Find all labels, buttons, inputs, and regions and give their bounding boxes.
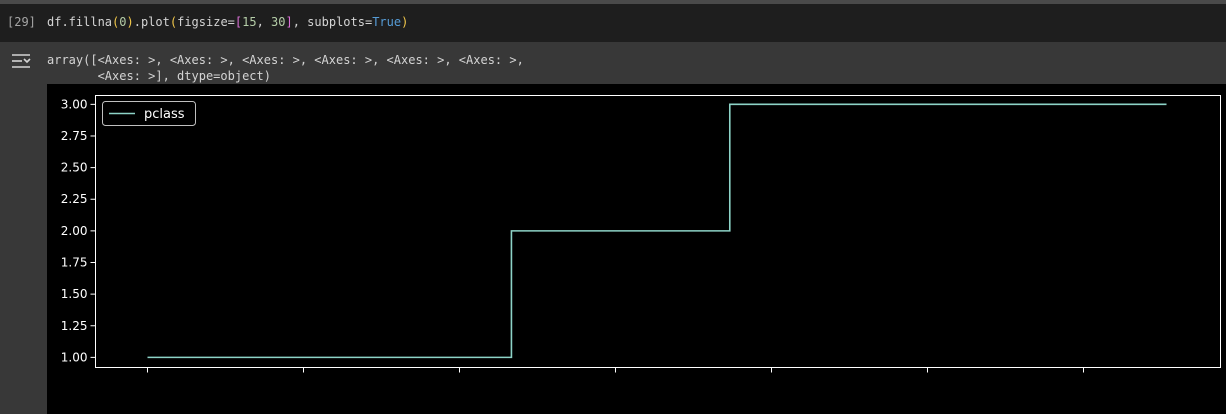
- code-cell[interactable]: [29] df.fillna(0).plot(figsize=[15, 30],…: [0, 4, 1226, 42]
- series-line: [147, 103, 1167, 359]
- code-token: ]: [285, 15, 293, 29]
- code-token: , subplots=: [292, 15, 373, 29]
- output-line: <Axes: >], dtype=object): [47, 69, 271, 83]
- code-token: .plot: [133, 15, 170, 29]
- y-tick-label: 1.00: [61, 350, 88, 364]
- y-tick-label: 1.75: [61, 255, 88, 269]
- y-tick-label: 1.25: [61, 319, 88, 333]
- y-tick-label: 2.00: [61, 224, 88, 238]
- execution-count: [29]: [7, 15, 36, 29]
- code-token: (: [169, 15, 178, 29]
- code-token: ): [401, 15, 409, 29]
- y-tick-label: 2.50: [61, 161, 88, 175]
- plot-panel: 1.00 1.25 1.50 1.75 2.00 2.25 2.50 2.75 3.00 pcl…: [47, 84, 1226, 414]
- output-text: array([<Axes: >, <Axes: >, <Axes: >, <Ax…: [47, 52, 524, 84]
- output-toggle-icon[interactable]: [10, 51, 32, 71]
- y-tick-label: 1.50: [61, 287, 88, 301]
- output-area: array([<Axes: >, <Axes: >, <Axes: >, <Ax…: [0, 42, 1226, 414]
- code-token: 15: [242, 15, 257, 29]
- code-token: 30: [271, 15, 286, 29]
- x-axis: [147, 367, 1084, 373]
- output-line: array([<Axes: >, <Axes: >, <Axes: >, <Ax…: [47, 53, 524, 67]
- legend-label: pclass: [144, 107, 185, 122]
- code-token: True: [372, 15, 402, 29]
- legend: pclass: [102, 101, 196, 126]
- code-token: figsize=: [177, 15, 235, 29]
- y-tick-label: 2.25: [61, 192, 88, 206]
- y-tick-label: 2.75: [61, 129, 88, 143]
- code-token: ): [126, 15, 134, 29]
- y-tick-label: 3.00: [61, 97, 88, 111]
- code-token: ,: [256, 15, 272, 29]
- code-token: df.fillna: [47, 15, 113, 29]
- chart: 1.00 1.25 1.50 1.75 2.00 2.25 2.50 2.75 3.00 pcl…: [61, 95, 1221, 373]
- code-line[interactable]: df.fillna(0).plot(figsize=[15, 30], subp…: [47, 15, 408, 29]
- code-token: 0: [119, 15, 127, 29]
- y-axis: 1.00 1.25 1.50 1.75 2.00 2.25 2.50 2.75 3.00: [61, 97, 96, 364]
